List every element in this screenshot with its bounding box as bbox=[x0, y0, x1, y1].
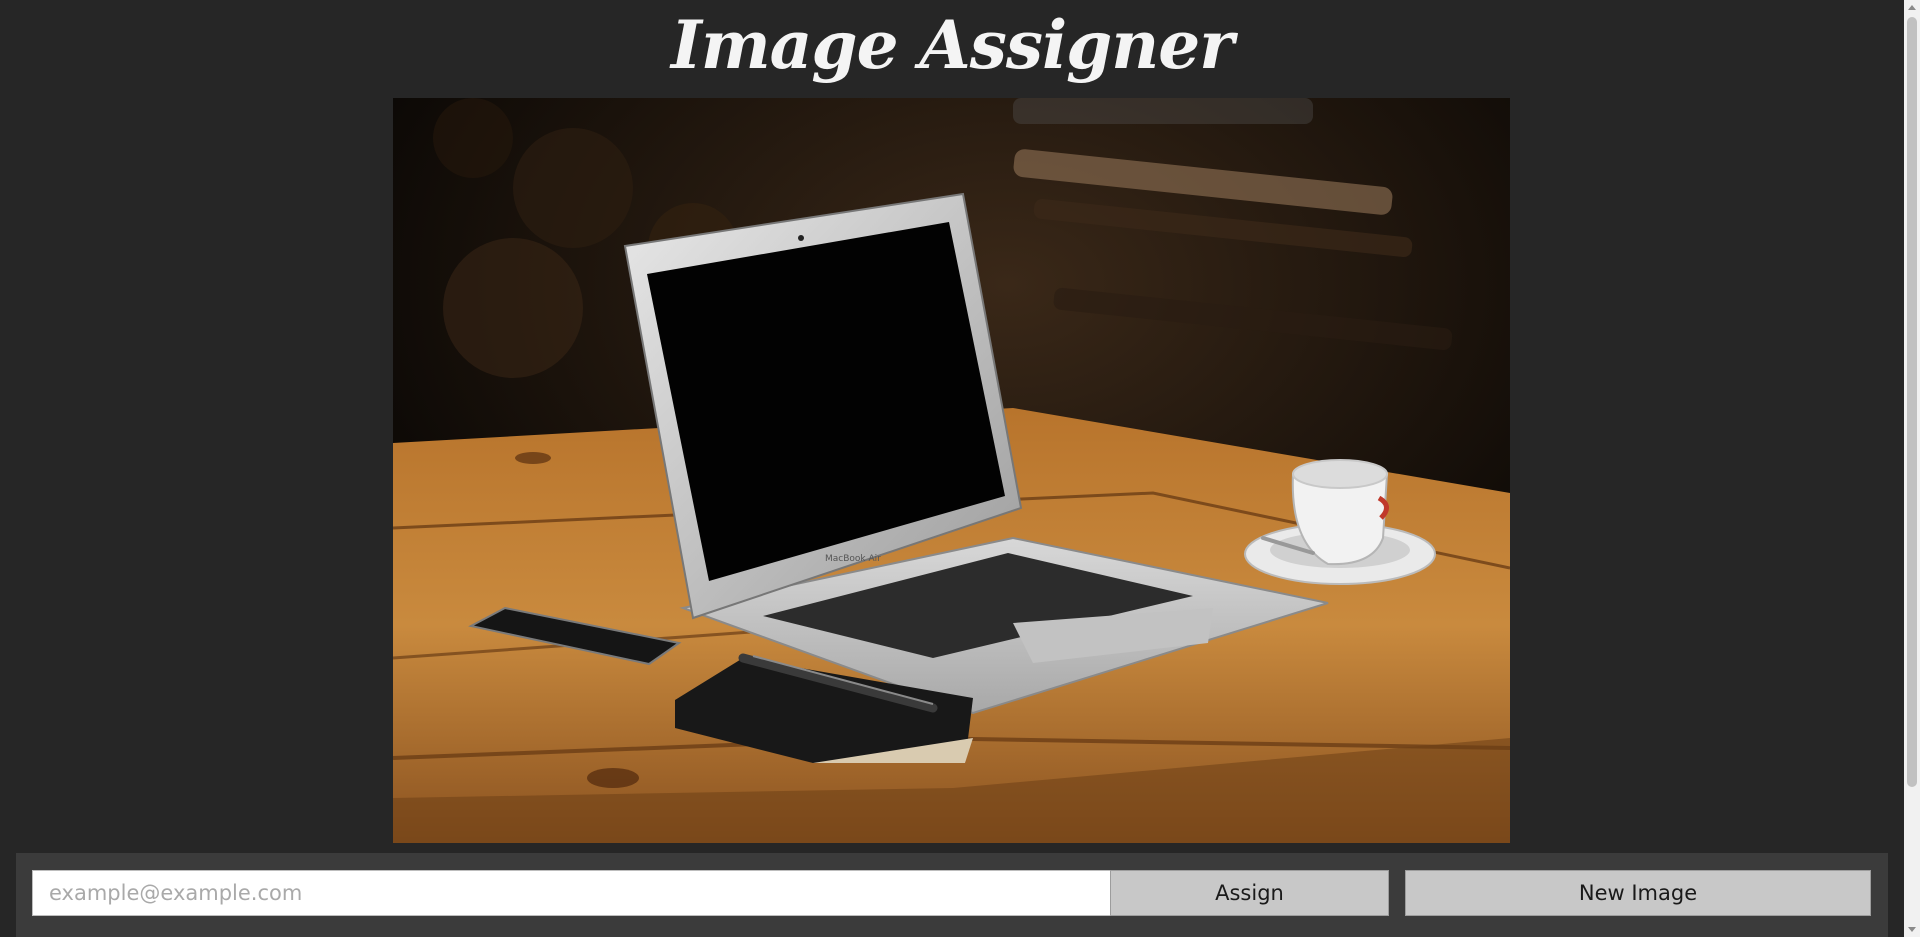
laptop-badge: MacBook Air bbox=[825, 554, 881, 564]
scroll-up-arrow-icon[interactable] bbox=[1908, 5, 1916, 10]
page: Image Assigner MacBook Air example@examp… bbox=[0, 0, 1920, 937]
scroll-thumb[interactable] bbox=[1907, 17, 1917, 787]
assign-button[interactable]: Assign bbox=[1110, 870, 1389, 916]
assign-control-bar: Assign New Image bbox=[16, 853, 1888, 937]
scroll-down-arrow-icon[interactable] bbox=[1908, 927, 1916, 932]
vertical-scrollbar[interactable] bbox=[1904, 0, 1920, 937]
page-title: Image Assigner bbox=[670, 6, 1234, 84]
assigned-image: MacBook Air bbox=[393, 98, 1510, 843]
email-input[interactable] bbox=[32, 870, 1111, 916]
new-image-button[interactable]: New Image bbox=[1405, 870, 1871, 916]
laptop-desk-photo: MacBook Air bbox=[393, 98, 1510, 843]
